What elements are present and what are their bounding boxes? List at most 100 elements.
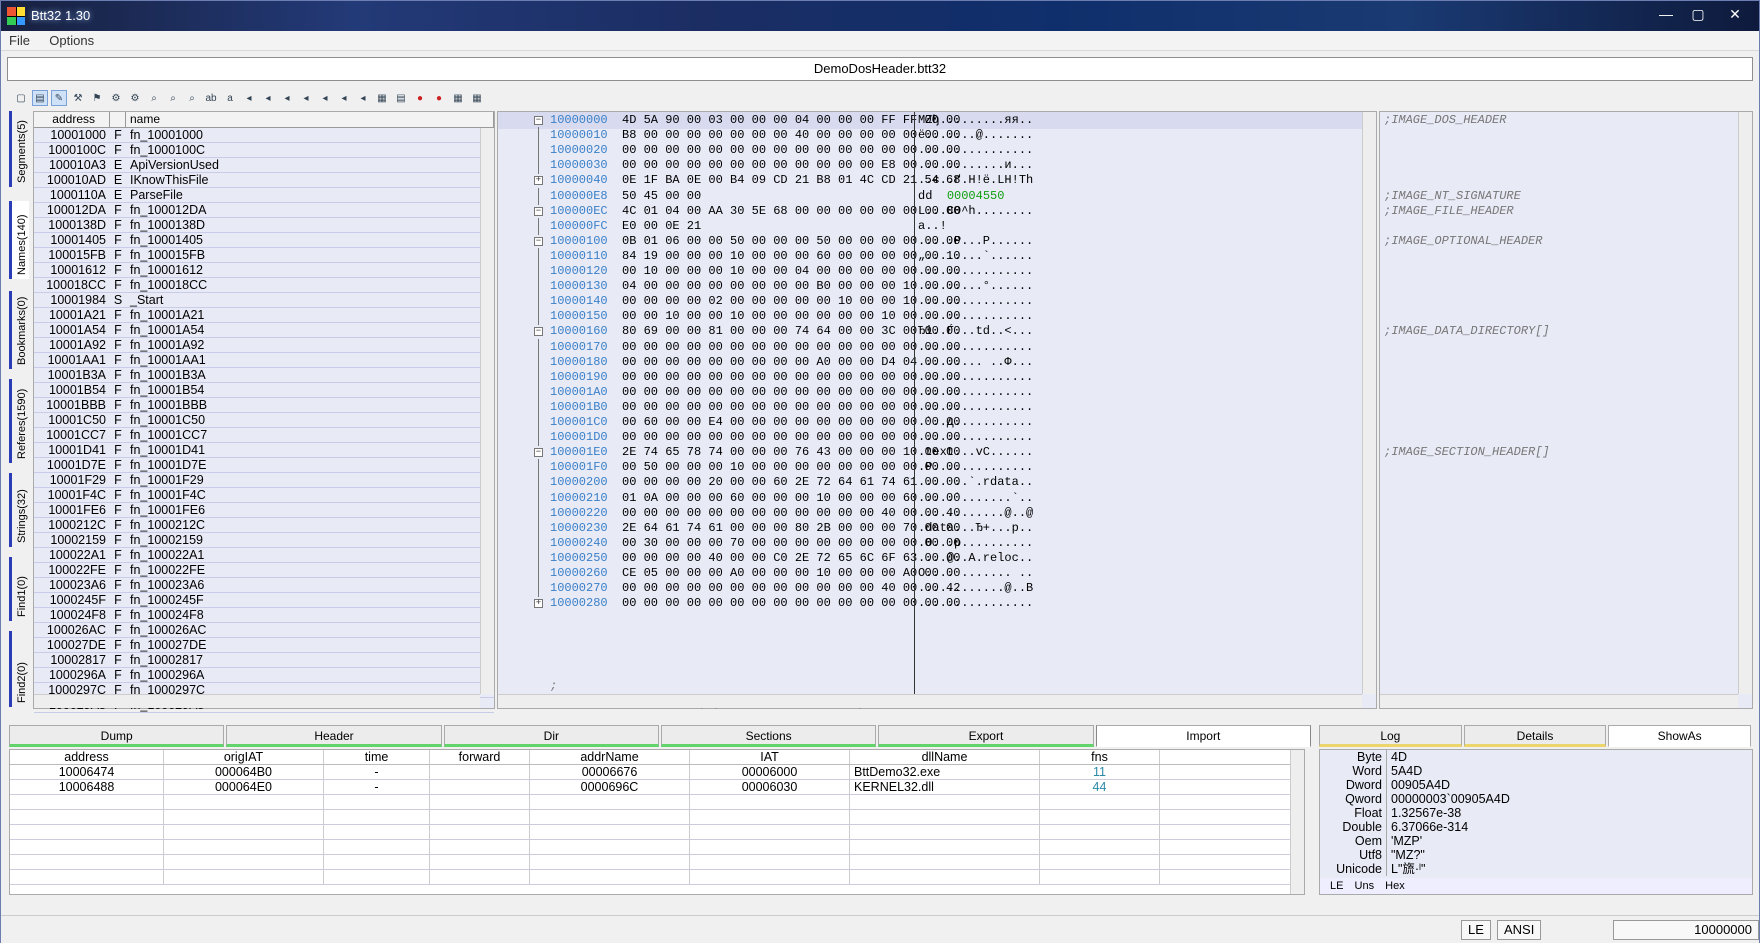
names-row[interactable]: 10001A21 Ffn_10001A21 xyxy=(34,308,494,323)
hex-view-2-icon[interactable]: ▦ xyxy=(469,90,485,106)
names-row[interactable]: 10001AA1 Ffn_10001AA1 xyxy=(34,353,494,368)
names-row[interactable]: 10001000 Ffn_10001000 xyxy=(34,128,494,143)
maximize-button[interactable]: ▢ xyxy=(1683,3,1713,25)
comments-horizontal-scrollbar[interactable] xyxy=(1380,694,1738,708)
comments-vertical-scrollbar[interactable] xyxy=(1738,112,1752,694)
import-column-iat[interactable]: IAT xyxy=(690,750,850,764)
tool-a-icon[interactable]: ⚒ xyxy=(70,90,86,106)
names-row[interactable]: 1000110A E ParseFile xyxy=(34,188,494,203)
names-row[interactable]: 10001CC7 Ffn_10001CC7 xyxy=(34,428,494,443)
names-row[interactable]: 100024F8 Ffn_100024F8 xyxy=(34,608,494,623)
names-row[interactable]: 100010A3 E ApiVersionUsed xyxy=(34,158,494,173)
names-row[interactable]: 100022A1 Ffn_100022A1 xyxy=(34,548,494,563)
names-row[interactable]: 100023A6 Ffn_100023A6 xyxy=(34,578,494,593)
tab-strings[interactable]: Strings(32) xyxy=(9,473,29,547)
import-row[interactable]: 10006488 000064E0- 0000696C 00006030 KERNEL3… xyxy=(10,780,1304,795)
title-bar[interactable]: Btt32 1.30 — ▢ ✕ xyxy=(1,1,1759,31)
tab-names[interactable]: Names(140) xyxy=(9,201,29,279)
import-column-address[interactable]: address xyxy=(10,750,164,764)
find-prev-icon[interactable]: ⌕ xyxy=(184,90,200,106)
tab-find2[interactable]: Find2(0) xyxy=(9,631,29,707)
names-row[interactable]: 10001D41 Ffn_10001D41 xyxy=(34,443,494,458)
doc-icon[interactable]: ▤ xyxy=(393,90,409,106)
collapse-icon[interactable]: − xyxy=(534,448,543,458)
menu-options[interactable]: Options xyxy=(41,31,102,51)
hex-view[interactable]: −10000000 4D 5A 90 00 03 00 00 00 04 00 0… xyxy=(497,111,1377,710)
names-row[interactable]: 1000138D Ffn_1000138D xyxy=(34,218,494,233)
names-row[interactable]: 10001BBB Ffn_10001BBB xyxy=(34,398,494,413)
names-row[interactable]: 100027DE Ffn_100027DE xyxy=(34,638,494,653)
nav-6-icon[interactable]: ◂ xyxy=(336,90,352,106)
nav-7-icon[interactable]: ◂ xyxy=(355,90,371,106)
hex-horizontal-scrollbar[interactable] xyxy=(498,694,1362,708)
import-column-forward[interactable]: forward xyxy=(430,750,530,764)
tab-header[interactable]: Header xyxy=(226,725,442,747)
names-row[interactable]: 10001F4C Ffn_10001F4C xyxy=(34,488,494,503)
nav-1-icon[interactable]: ◂ xyxy=(241,90,257,106)
nav-2-icon[interactable]: ◂ xyxy=(260,90,276,106)
import-column-time[interactable]: time xyxy=(324,750,430,764)
hex-toggle[interactable]: Hex xyxy=(1385,880,1405,892)
nav-8-icon[interactable]: ▦ xyxy=(374,90,390,106)
tab-sections[interactable]: Sections xyxy=(660,725,877,747)
close-button[interactable]: ✕ xyxy=(1717,3,1753,25)
column-address[interactable]: address xyxy=(34,112,110,127)
text-abc-icon[interactable]: a xyxy=(222,90,238,106)
names-row[interactable]: 10001612 Ffn_10001612 xyxy=(34,263,494,278)
tab-details[interactable]: Details xyxy=(1463,725,1607,747)
hex-view-icon[interactable]: ▦ xyxy=(450,90,466,106)
names-row[interactable]: 1000212C Ffn_1000212C xyxy=(34,518,494,533)
tab-dump[interactable]: Dump xyxy=(9,725,225,747)
tab-export[interactable]: Export xyxy=(878,725,1094,747)
nav-4-icon[interactable]: ◂ xyxy=(298,90,314,106)
expand-icon[interactable]: + xyxy=(534,176,543,186)
names-row[interactable]: 1000296A Ffn_1000296A xyxy=(34,668,494,683)
import-column-dllname[interactable]: dllName xyxy=(850,750,1040,764)
hex-row[interactable]: +10000280 00 00 00 00 00 00 00 00 00 00 0… xyxy=(498,595,1376,612)
names-row[interactable]: 10001F29 Ffn_10001F29 xyxy=(34,473,494,488)
uns-toggle[interactable]: Uns xyxy=(1355,880,1375,892)
import-vertical-scrollbar[interactable] xyxy=(1290,750,1304,894)
tab-dir[interactable]: Dir xyxy=(443,725,659,747)
tab-segments[interactable]: Segments(5) xyxy=(9,111,29,187)
menu-file[interactable]: File xyxy=(1,31,38,51)
names-row[interactable]: 1000100C Ffn_1000100C xyxy=(34,143,494,158)
names-row[interactable]: 10002817 Ffn_10002817 xyxy=(34,653,494,668)
bookmark-remove-icon[interactable]: ● xyxy=(431,90,447,106)
import-column-fns[interactable]: fns xyxy=(1040,750,1160,764)
names-row[interactable]: 1000245F Ffn_1000245F xyxy=(34,593,494,608)
tab-log[interactable]: Log xyxy=(1319,725,1462,747)
open-icon[interactable]: ▤ xyxy=(32,90,48,106)
collapse-icon[interactable]: − xyxy=(534,236,543,246)
tool-c-icon[interactable]: ⚙ xyxy=(108,90,124,106)
names-row[interactable]: 10001C50 Ffn_10001C50 xyxy=(34,413,494,428)
collapse-icon[interactable]: − xyxy=(534,327,543,337)
tab-bookmarks[interactable]: Bookmarks(0) xyxy=(9,291,29,369)
names-row[interactable]: 10001FE6 Ffn_10001FE6 xyxy=(34,503,494,518)
names-row[interactable]: 10001A92 Ffn_10001A92 xyxy=(34,338,494,353)
tab-import[interactable]: Import xyxy=(1095,725,1311,747)
names-row[interactable]: 10001B3A Ffn_10001B3A xyxy=(34,368,494,383)
column-name[interactable]: name xyxy=(126,112,494,127)
names-row[interactable]: 10001D7E Ffn_10001D7E xyxy=(34,458,494,473)
import-row[interactable]: 10006474 000064B0- 00006676 00006000 BttDemo… xyxy=(10,765,1304,780)
new-file-icon[interactable]: ▢ xyxy=(13,90,29,106)
collapse-icon[interactable]: − xyxy=(534,116,543,125)
tab-find1[interactable]: Find1(0) xyxy=(9,557,29,621)
tool-b-icon[interactable]: ⚑ xyxy=(89,90,105,106)
bookmark-red-icon[interactable]: ● xyxy=(412,90,428,106)
names-vertical-scrollbar[interactable] xyxy=(480,128,494,694)
names-row[interactable]: 100022FE Ffn_100022FE xyxy=(34,563,494,578)
edit-icon[interactable]: ✎ xyxy=(51,90,67,106)
find-next-icon[interactable]: ⌕ xyxy=(165,90,181,106)
import-column-origiat[interactable]: origIAT xyxy=(164,750,324,764)
names-horizontal-scrollbar[interactable] xyxy=(34,694,480,708)
names-row[interactable]: 10001984 S _Start xyxy=(34,293,494,308)
minimize-button[interactable]: — xyxy=(1651,3,1681,25)
text-ab-icon[interactable]: ab xyxy=(203,90,219,106)
tab-showas[interactable]: ShowAs xyxy=(1608,725,1752,747)
find-icon[interactable]: ⌕ xyxy=(146,90,162,106)
le-toggle[interactable]: LE xyxy=(1330,880,1343,892)
names-row[interactable]: 10001405 Ffn_10001405 xyxy=(34,233,494,248)
nav-3-icon[interactable]: ◂ xyxy=(279,90,295,106)
